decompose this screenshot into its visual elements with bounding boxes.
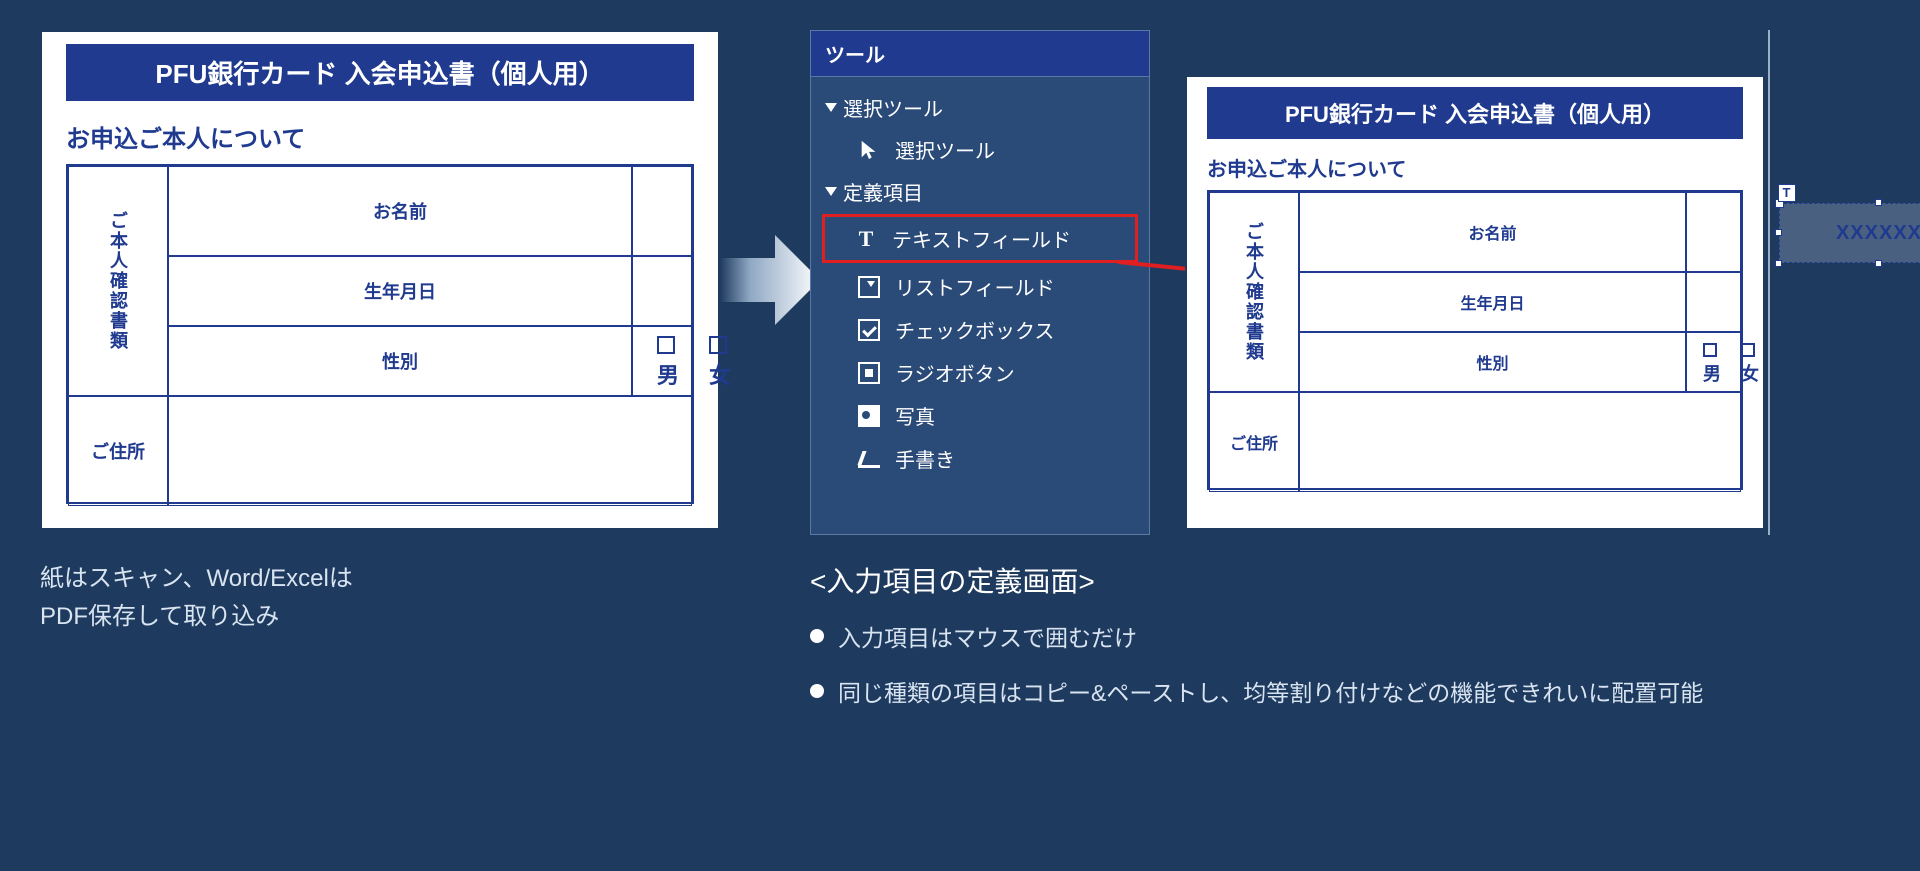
gender-female: 女 (709, 332, 733, 390)
label-gender: 性別 (168, 326, 632, 396)
bullet-item: 入力項目はマウスで囲むだけ (810, 620, 1810, 657)
field-dob (1686, 272, 1741, 332)
form-subhead: お申込ご本人について (1207, 153, 1743, 182)
form-subhead: お申込ご本人について (66, 119, 694, 154)
caption-left: 紙はスキャン、Word/Excelは PDF保存して取り込み (40, 560, 540, 637)
label-dob: 生年月日 (168, 256, 632, 326)
checkbox-icon (1703, 343, 1717, 357)
disclosure-triangle-icon (825, 103, 837, 112)
form-title: PFU銀行カード 入会申込書（個人用） (66, 44, 694, 101)
text-icon: T (854, 227, 878, 251)
source-form-card: PFU銀行カード 入会申込書（個人用） お申込ご本人について お名前 ご本人確認… (40, 30, 720, 530)
tool-item-radio[interactable]: ラジオボタン (825, 351, 1135, 394)
tool-item-listfield[interactable]: リストフィールド (825, 265, 1135, 308)
caption-right-list: 入力項目はマウスで囲むだけ 同じ種類の項目はコピー&ペーストし、均等割り付けなど… (810, 620, 1810, 730)
tool-item-photo[interactable]: 写真 (825, 394, 1135, 437)
label-address: ご住所 (1209, 392, 1299, 492)
bullet-icon (810, 629, 824, 643)
tool-item-handwrite[interactable]: 手書き (825, 437, 1135, 480)
label-docs: ご本人確認書類 (1209, 192, 1299, 392)
field-name (632, 166, 692, 256)
textfield-overlay[interactable]: T XXXXXX (1779, 203, 1920, 263)
label-dob: 生年月日 (1299, 272, 1686, 332)
disclosure-triangle-icon (825, 187, 837, 196)
field-gender: 男 女 (1686, 332, 1741, 392)
tools-panel: ツール 選択ツール 選択ツール 定義項目 T テキストフィールド リストフィール… (810, 30, 1150, 535)
bullet-item: 同じ種類の項目はコピー&ペーストし、均等割り付けなどの機能できれいに配置可能 (810, 675, 1810, 712)
list-icon (857, 275, 881, 299)
field-gender: 男 女 (632, 326, 692, 396)
photo-icon (857, 404, 881, 428)
label-name: お名前 (1299, 192, 1686, 272)
checkbox-icon (657, 336, 675, 354)
field-address (1299, 392, 1741, 492)
tool-item-checkbox[interactable]: チェックボックス (825, 308, 1135, 351)
tools-header: ツール (811, 31, 1149, 77)
field-name-editor[interactable]: T XXXXXX (1686, 192, 1741, 272)
radio-icon (857, 361, 881, 385)
gender-female: 女 (1741, 339, 1761, 386)
bullet-icon (810, 684, 824, 698)
gender-male: 男 (1703, 339, 1723, 386)
label-name: お名前 (168, 166, 632, 256)
form-table-editor: お名前 T XXXXXX ご本人確認書類 生年月日 性別 男 女 ご住所 (1207, 190, 1743, 490)
label-gender: 性別 (1299, 332, 1686, 392)
tool-item-textfield[interactable]: T テキストフィールド (822, 214, 1138, 263)
flow-arrow-icon (720, 230, 820, 330)
form-table: お名前 ご本人確認書類 生年月日 性別 男 女 ご住所 (66, 164, 694, 504)
tool-group-defs[interactable]: 定義項目 (825, 171, 1135, 212)
editor-form-card: PFU銀行カード 入会申込書（個人用） お申込ご本人について お名前 T XXX… (1185, 75, 1765, 530)
field-dob (632, 256, 692, 326)
tool-item-select[interactable]: 選択ツール (825, 128, 1135, 171)
textfield-tag-icon: T (1778, 184, 1796, 202)
gender-male: 男 (657, 332, 681, 390)
checkbox-icon (709, 336, 727, 354)
tool-group-select[interactable]: 選択ツール (825, 87, 1135, 128)
checkbox-icon (1741, 343, 1755, 357)
caption-right-heading: <入力項目の定義画面> (810, 560, 1095, 605)
form-title: PFU銀行カード 入会申込書（個人用） (1207, 87, 1743, 139)
checkbox-icon (857, 318, 881, 342)
cursor-icon (857, 138, 881, 162)
handwrite-icon (857, 447, 881, 471)
field-address (168, 396, 692, 506)
label-docs: ご本人確認書類 (68, 166, 168, 396)
label-address: ご住所 (68, 396, 168, 506)
